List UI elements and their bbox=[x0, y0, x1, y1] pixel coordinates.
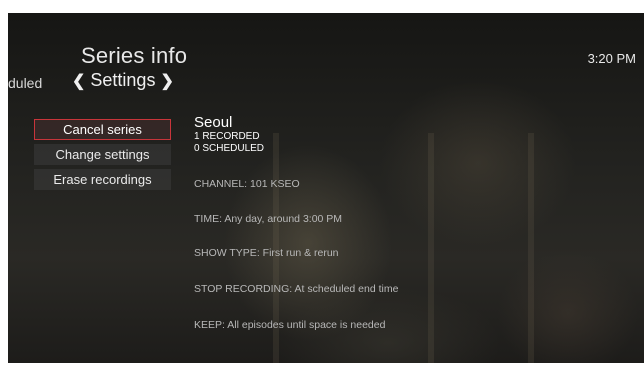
page-title: Series info bbox=[81, 43, 188, 68]
show-type-detail: SHOW TYPE: First run & rerun bbox=[194, 247, 339, 259]
channel-detail: CHANNEL: 101 KSEO bbox=[194, 178, 300, 190]
series-summary: Seoul 1 RECORDED 0 SCHEDULED bbox=[194, 115, 264, 155]
chevron-right-icon[interactable]: ❯ bbox=[160, 71, 173, 91]
tab-selector[interactable]: ❮ Settings ❯ bbox=[72, 70, 174, 91]
keep-detail: KEEP: All episodes until space is needed bbox=[194, 319, 386, 331]
action-menu: Cancel series Change settings Erase reco… bbox=[34, 119, 171, 194]
time-detail: TIME: Any day, around 3:00 PM bbox=[194, 213, 343, 225]
recorded-count: 1 RECORDED bbox=[194, 131, 260, 142]
stop-recording-detail: STOP RECORDING: At scheduled end time bbox=[194, 283, 399, 295]
tab-scheduled-partial[interactable]: duled bbox=[8, 75, 42, 91]
chevron-left-icon[interactable]: ❮ bbox=[72, 71, 85, 91]
change-settings-button[interactable]: Change settings bbox=[34, 144, 171, 165]
series-name: Seoul bbox=[194, 114, 233, 131]
background-detail bbox=[528, 133, 534, 363]
tab-settings[interactable]: Settings bbox=[90, 70, 155, 91]
scheduled-count: 0 SCHEDULED bbox=[194, 143, 265, 154]
tv-screen: Series info 3:20 PM duled ❮ Settings ❯ C… bbox=[8, 13, 644, 363]
cancel-series-button[interactable]: Cancel series bbox=[34, 119, 171, 140]
clock: 3:20 PM bbox=[587, 51, 636, 66]
background-detail bbox=[428, 133, 434, 363]
erase-recordings-button[interactable]: Erase recordings bbox=[34, 169, 171, 190]
